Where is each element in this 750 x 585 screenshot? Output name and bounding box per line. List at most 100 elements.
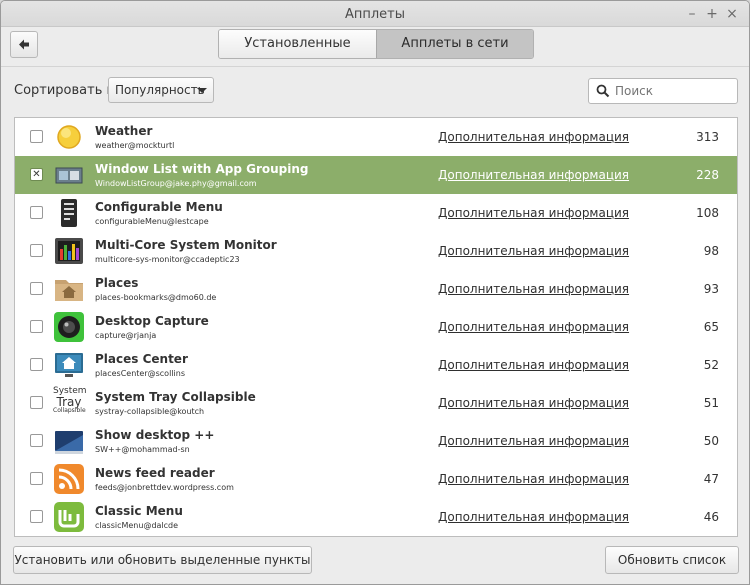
applet-uuid: multicore-sys-monitor@ccadeptic23 <box>95 255 240 264</box>
icon-text-line: Collapsible <box>53 407 86 414</box>
applet-row[interactable]: Weather weather@mockturtl Дополнительная и… <box>15 118 737 156</box>
applet-name: Places <box>95 276 139 290</box>
show-desktop-icon <box>53 425 85 457</box>
install-update-button[interactable]: Установить или обновить выделенные пункт… <box>13 546 312 574</box>
sort-combobox[interactable]: Популярность <box>108 77 214 103</box>
mint-logo-icon <box>53 501 85 533</box>
applets-window: Апплеты – + × Установленные апплеты Аппл… <box>0 0 750 585</box>
applet-row[interactable]: Desktop Capture capture@rjanja Дополнитель… <box>15 308 737 346</box>
camera-lens-icon <box>53 311 85 343</box>
applets-list[interactable]: Weather weather@mockturtl Дополнительная и… <box>14 117 738 537</box>
applet-checkbox[interactable] <box>30 320 43 333</box>
tab-switcher: Установленные апплеты Апплеты в сети <box>218 29 534 59</box>
applet-score: 65 <box>703 320 719 334</box>
sort-bar: Сортировать по Популярность <box>1 68 749 108</box>
applet-uuid: classicMenu@dalcde <box>95 521 179 530</box>
applet-name: Window List with App Grouping <box>95 162 309 176</box>
applet-score: 313 <box>696 130 719 144</box>
more-info-link[interactable]: Дополнительная информация <box>438 244 629 258</box>
applet-row[interactable]: Configurable Menu configurableMenu@lestca… <box>15 194 737 232</box>
applet-name: Multi-Core System Monitor <box>95 238 277 252</box>
more-info-link[interactable]: Дополнительная информация <box>438 206 629 220</box>
applet-checkbox[interactable] <box>30 472 43 485</box>
applet-score: 108 <box>696 206 719 220</box>
applet-score: 98 <box>703 244 719 258</box>
back-button[interactable] <box>10 31 38 58</box>
menu-icon <box>53 197 85 229</box>
applet-uuid: systray-collapsible@koutch <box>95 407 205 416</box>
system-tray-text-icon: System Tray Collapsible <box>53 387 87 419</box>
applet-uuid: configurableMenu@lestcape <box>95 217 209 226</box>
weather-sun-icon <box>53 121 85 153</box>
applet-score: 47 <box>703 472 719 486</box>
refresh-list-button[interactable]: Обновить список <box>605 546 739 574</box>
minimize-button[interactable]: – <box>683 5 701 23</box>
window-list-icon <box>53 159 85 191</box>
applet-row[interactable]: Show desktop ++ SW++@mohammad-sn Дополните… <box>15 422 737 460</box>
more-info-link[interactable]: Дополнительная информация <box>438 472 629 486</box>
applet-row[interactable]: System Tray Collapsible System Tray Collaps… <box>15 384 737 422</box>
applet-name: Show desktop ++ <box>95 428 215 442</box>
home-folder-icon <box>53 273 85 305</box>
applet-uuid: SW++@mohammad-sn <box>95 445 190 454</box>
search-field[interactable] <box>588 78 738 104</box>
more-info-link[interactable]: Дополнительная информация <box>438 434 629 448</box>
toolbar: Установленные апплеты Апплеты в сети <box>1 27 749 67</box>
applet-name: Configurable Menu <box>95 200 223 214</box>
applet-checkbox[interactable] <box>30 130 43 143</box>
applet-checkbox[interactable] <box>30 434 43 447</box>
applet-row[interactable]: ✕ Window List with App Grouping WindowList… <box>15 156 737 194</box>
maximize-button[interactable]: + <box>703 5 721 23</box>
more-info-link[interactable]: Дополнительная информация <box>438 358 629 372</box>
close-button[interactable]: × <box>723 5 741 23</box>
applet-score: 228 <box>696 168 719 182</box>
applet-uuid: places-bookmarks@dmo60.de <box>95 293 217 302</box>
rss-feed-icon <box>53 463 85 495</box>
applet-checkbox[interactable] <box>30 358 43 371</box>
applet-checkbox[interactable]: ✕ <box>30 168 43 181</box>
more-info-link[interactable]: Дополнительная информация <box>438 282 629 296</box>
applet-name: Places Center <box>95 352 188 366</box>
applet-checkbox[interactable] <box>30 282 43 295</box>
search-input[interactable] <box>615 82 730 100</box>
applet-name: Classic Menu <box>95 504 183 518</box>
applet-score: 93 <box>703 282 719 296</box>
applet-row[interactable]: Classic Menu classicMenu@dalcde Дополнител… <box>15 498 737 536</box>
applet-name: Weather <box>95 124 153 138</box>
applet-name: Desktop Capture <box>95 314 209 328</box>
applet-uuid: placesCenter@scollins <box>95 369 185 378</box>
applet-row[interactable]: Places places-bookmarks@dmo60.de Дополните… <box>15 270 737 308</box>
applet-score: 51 <box>703 396 719 410</box>
more-info-link[interactable]: Дополнительная информация <box>438 396 629 410</box>
applet-score: 52 <box>703 358 719 372</box>
applet-row[interactable]: Multi-Core System Monitor multicore-sys-m… <box>15 232 737 270</box>
tab-online-applets[interactable]: Апплеты в сети <box>376 30 533 58</box>
applet-score: 50 <box>703 434 719 448</box>
more-info-link[interactable]: Дополнительная информация <box>438 320 629 334</box>
back-arrow-icon <box>19 39 29 50</box>
applet-row[interactable]: News feed reader feeds@jonbrettdev.wordpr… <box>15 460 737 498</box>
applet-checkbox[interactable] <box>30 396 43 409</box>
tab-installed-applets[interactable]: Установленные апплеты <box>219 30 376 58</box>
applet-row[interactable]: Places Center placesCenter@scollins Дополн… <box>15 346 737 384</box>
home-monitor-icon <box>53 349 85 381</box>
applet-checkbox[interactable] <box>30 510 43 523</box>
window-title: Апплеты <box>344 7 406 22</box>
applet-name: System Tray Collapsible <box>95 390 256 404</box>
more-info-link[interactable]: Дополнительная информация <box>438 130 629 144</box>
sort-selected-value: Популярность <box>115 83 205 97</box>
more-info-link[interactable]: Дополнительная информация <box>438 510 629 524</box>
title-bar[interactable]: Апплеты – + × <box>1 1 749 27</box>
applet-score: 46 <box>703 510 719 524</box>
dropdown-arrow-icon <box>197 88 207 93</box>
search-icon <box>596 84 610 98</box>
applet-name: News feed reader <box>95 466 215 480</box>
applet-checkbox[interactable] <box>30 206 43 219</box>
sort-label: Сортировать по <box>14 83 123 98</box>
applet-uuid: feeds@jonbrettdev.wordpress.com <box>95 483 234 492</box>
more-info-link[interactable]: Дополнительная информация <box>438 168 629 182</box>
applet-uuid: weather@mockturtl <box>95 141 175 150</box>
system-monitor-icon <box>53 235 85 267</box>
applet-checkbox[interactable] <box>30 244 43 257</box>
applet-uuid: WindowListGroup@jake.phy@gmail.com <box>95 179 257 188</box>
